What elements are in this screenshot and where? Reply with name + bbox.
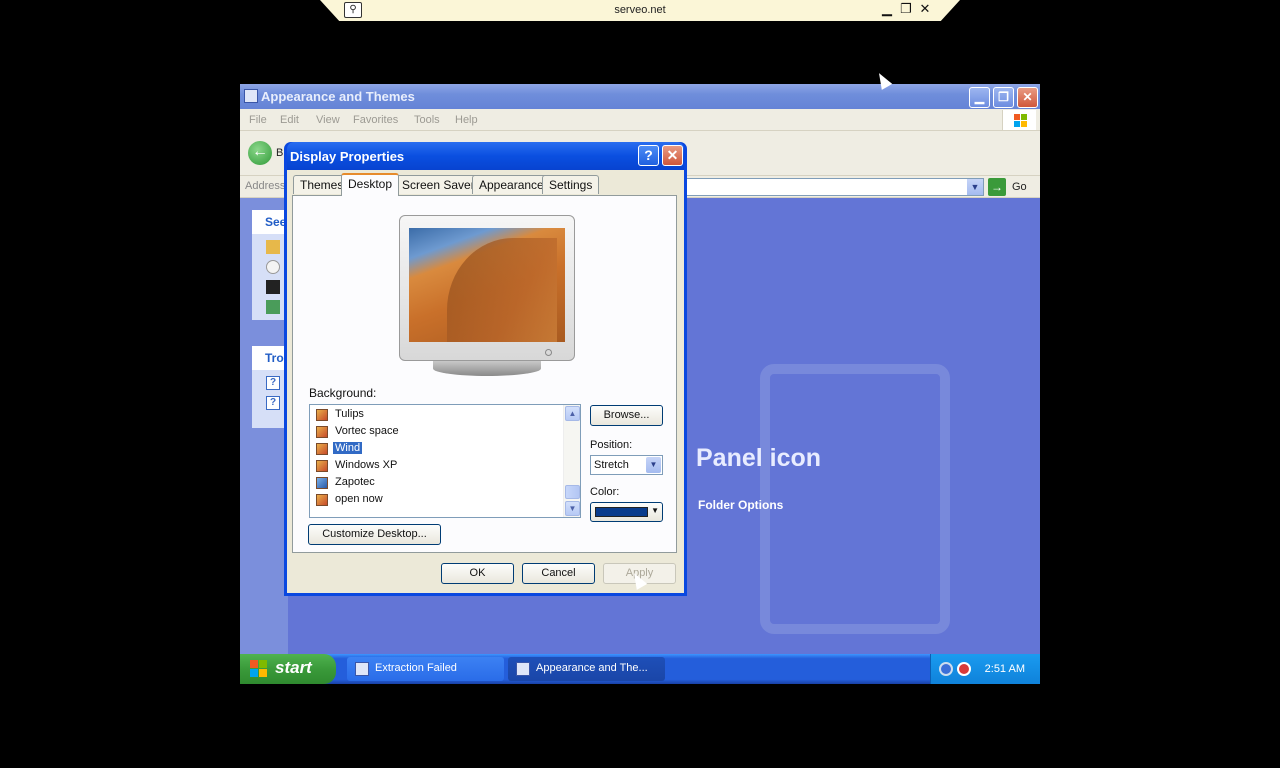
image-file-icon [316,477,328,489]
color-picker-button[interactable]: ▼ [590,502,663,522]
help-icon[interactable]: ? [266,376,280,390]
menu-view[interactable]: View [316,114,340,126]
clock: 2:51 AM [984,663,1025,675]
power-led-icon [545,349,552,356]
see-also-panel: See [252,210,288,320]
close-button[interactable]: ✕ [1017,87,1038,108]
back-arrow-icon[interactable]: ← [248,141,272,165]
start-button[interactable]: start [240,654,336,684]
screen: ⚲ serveo.net ▁ ❐ ✕ Appearance and Themes… [0,0,1280,768]
image-file-icon [316,426,328,438]
menu-tools[interactable]: Tools [414,114,440,126]
browse-button[interactable]: Browse... [590,405,663,426]
control-panel-icon [516,662,530,676]
scroll-thumb[interactable] [565,485,580,499]
menu-bar: File Edit View Favorites Tools Help [240,109,1040,131]
dialog-close-button[interactable]: ✕ [662,145,683,166]
category-heading: Panel icon [696,444,822,472]
restore-button[interactable]: ❐ [993,87,1014,108]
desktop-tab-pane: Background: Tulips Vortec space Wind Win… [292,195,677,553]
chevron-down-icon: ▼ [651,506,659,515]
menu-file[interactable]: File [249,114,267,126]
go-arrow-icon[interactable]: → [988,178,1006,196]
explorer-window: Appearance and Themes ▁ ❐ ✕ File Edit Vi… [240,84,1040,654]
menu-help[interactable]: Help [455,114,478,126]
display-icon[interactable] [266,280,280,294]
tab-desktop[interactable]: Desktop [341,173,400,196]
dialog-titlebar[interactable]: Display Properties ? ✕ [287,142,684,170]
address-dropdown-icon[interactable]: ▼ [967,179,983,195]
explorer-title: Appearance and Themes [261,89,415,104]
monitor-preview [399,215,575,361]
folder-icon[interactable] [266,240,280,254]
windows-logo-icon [1002,110,1036,130]
tab-settings[interactable]: Settings [542,175,600,194]
image-file-icon [316,460,328,472]
cancel-button[interactable]: Cancel [522,563,595,584]
monitor-stand [433,361,541,376]
task-pane: See Tro ? ? [240,198,288,654]
position-value: Stretch [594,459,629,471]
menu-favorites[interactable]: Favorites [353,114,398,126]
image-file-icon [316,409,328,421]
troubleshooters-panel: Tro ? ? [252,346,288,428]
menu-edit[interactable]: Edit [280,114,299,126]
dialog-body: Themes Desktop Screen Saver Appearance S… [287,170,684,593]
system-tray: 2:51 AM [930,654,1040,684]
image-file-icon [316,494,328,506]
go-button-label[interactable]: Go [1012,181,1027,193]
back-label[interactable]: B [276,147,283,159]
control-panel-watermark-icon [760,364,950,634]
scroll-down-icon[interactable]: ▼ [565,501,580,516]
ok-button[interactable]: OK [441,563,514,584]
taskbar-item-appearance[interactable]: Appearance and The... [508,657,665,681]
remote-restore-button[interactable]: ❐ [899,1,913,17]
remote-minimize-button[interactable]: ▁ [880,1,894,17]
address-label: Address [245,180,286,192]
network-icon[interactable] [939,662,953,676]
chevron-down-icon[interactable]: ▼ [646,457,661,473]
dialog-title: Display Properties [290,149,405,164]
color-swatch [595,507,648,517]
image-file-icon [316,443,328,455]
remote-close-button[interactable]: ✕ [918,1,932,17]
help-button[interactable]: ? [638,145,659,166]
tab-screen-saver[interactable]: Screen Saver [395,175,482,194]
scroll-up-icon[interactable]: ▲ [565,406,580,421]
listbox-scrollbar[interactable]: ▲ ▼ [563,405,580,517]
window-icon [355,662,369,676]
background-listbox[interactable]: Tulips Vortec space Wind Windows XP Zapo… [309,404,581,518]
taskbar: start Extraction Failed Appearance and T… [240,654,1040,684]
minimize-button[interactable]: ▁ [969,87,990,108]
address-field[interactable]: ▼ [686,178,984,196]
position-select[interactable]: Stretch ▼ [590,455,663,475]
display-properties-dialog: Display Properties ? ✕ Themes Desktop Sc… [284,142,687,596]
troubleshooters-heading[interactable]: Tro [252,346,288,370]
color-label: Color: [590,486,620,498]
help-icon[interactable]: ? [266,396,280,410]
clock-icon[interactable] [266,260,280,274]
xp-desktop: Appearance and Themes ▁ ❐ ✕ File Edit Vi… [240,84,1040,684]
wallpaper-preview [409,228,565,342]
customize-desktop-button[interactable]: Customize Desktop... [308,524,441,545]
background-label: Background: [309,386,377,400]
remote-host-label: serveo.net [614,4,666,16]
start-label: start [275,658,312,677]
picture-icon[interactable] [266,300,280,314]
tab-appearance[interactable]: Appearance [472,175,551,194]
see-also-heading[interactable]: See [252,210,288,234]
control-panel-icon [244,89,258,103]
position-label: Position: [590,439,633,451]
remote-session-bar: ⚲ serveo.net ▁ ❐ ✕ [320,0,960,21]
taskbar-item-extraction-failed[interactable]: Extraction Failed [347,657,504,681]
folder-options-link[interactable]: Folder Options [698,498,783,512]
explorer-titlebar[interactable]: Appearance and Themes ▁ ❐ ✕ [240,84,1040,109]
security-alert-icon[interactable] [957,662,971,676]
windows-flag-icon [250,660,268,678]
